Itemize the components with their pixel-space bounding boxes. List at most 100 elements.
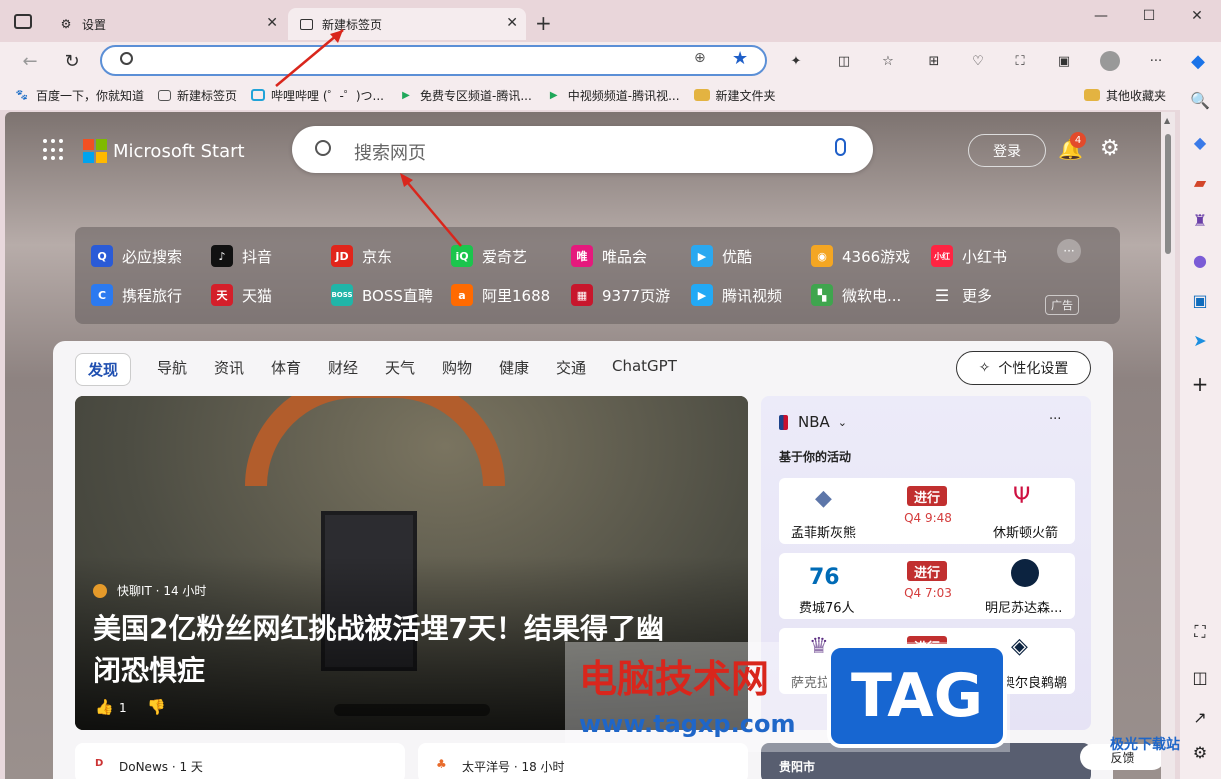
watermark-corner: 极光下载站	[1110, 737, 1180, 753]
settings-gear-icon[interactable]: ⚙	[1188, 740, 1212, 764]
games-icon[interactable]: ♜	[1188, 208, 1212, 232]
bookmark-folder[interactable]: 新建文件夹	[693, 87, 776, 104]
performance-icon[interactable]: ♡	[964, 48, 992, 74]
login-button[interactable]: 登录	[968, 134, 1046, 167]
tab-traffic[interactable]: 交通	[556, 357, 586, 378]
page-scrollbar[interactable]: ▲	[1161, 112, 1175, 779]
game-clock: Q4 9:48	[904, 511, 952, 525]
bookmark-item[interactable]: 新建标签页	[158, 87, 237, 104]
tab-health[interactable]: 健康	[499, 357, 529, 378]
close-window-button[interactable]: ✕	[1173, 0, 1221, 32]
add-app-icon[interactable]: +	[1188, 372, 1212, 396]
more-menu-icon[interactable]: ···	[1142, 48, 1170, 74]
douyin-icon: ♪	[211, 245, 233, 267]
quick-link-tencent-video[interactable]: ▶ 腾讯视频	[691, 284, 782, 306]
refresh-icon[interactable]: ↻	[58, 48, 86, 74]
sidebar-toggle-icon[interactable]: ▣	[1050, 48, 1078, 74]
screenshot-icon[interactable]: ⛶	[1188, 620, 1212, 644]
apps-grid-icon[interactable]	[43, 139, 65, 161]
quick-link-bing[interactable]: Q 必应搜索	[91, 245, 182, 267]
microsoft-start-logo[interactable]: Microsoft Start	[83, 139, 245, 163]
game-card[interactable]: 76 进行 Q4 7:03 费城76人 明尼苏达森...	[779, 553, 1075, 619]
sidebar-layout-icon[interactable]: ◫	[1188, 665, 1212, 689]
zoom-icon[interactable]: ⊕	[694, 50, 706, 66]
carousel-indicator[interactable]	[334, 704, 490, 716]
tab-weather[interactable]: 天气	[385, 357, 415, 378]
send-icon[interactable]: ➤	[1188, 328, 1212, 352]
new-tab-button[interactable]: +	[535, 11, 552, 35]
dislike-icon[interactable]: 👎	[147, 698, 166, 716]
live-badge: 进行	[907, 486, 947, 506]
tab-sports[interactable]: 体育	[271, 357, 301, 378]
tools-icon[interactable]: ▰	[1188, 170, 1212, 194]
tab-actions-icon[interactable]	[14, 14, 32, 29]
tab-news[interactable]: 资讯	[214, 357, 244, 378]
tab-label: 新建标签页	[322, 17, 383, 32]
quick-link-boss[interactable]: BOSS BOSS直聘	[331, 284, 433, 306]
favorites-icon[interactable]: ☆	[874, 48, 902, 74]
tab-shopping[interactable]: 购物	[442, 357, 472, 378]
tab-settings[interactable]: ⚙ 设置 ✕	[48, 8, 286, 40]
nba-header[interactable]: NBA ⌄	[779, 413, 847, 431]
like-icon[interactable]: 👍	[95, 698, 114, 716]
quick-link-tmall[interactable]: 天天猫	[211, 284, 272, 306]
scrollbar-thumb[interactable]	[1165, 134, 1171, 254]
quick-links-panel: Q 必应搜索 ♪ 抖音 JD 京东 iQ 爱奇艺 唯唯品会 ▶ 优酷 ◉ 4366游戏 小红…	[75, 227, 1120, 324]
split-screen-icon[interactable]: ◫	[830, 48, 858, 74]
page-settings-gear-icon[interactable]: ⚙	[1100, 136, 1120, 161]
quick-link-youku[interactable]: ▶ 优酷	[691, 245, 752, 267]
quick-link-ctrip[interactable]: C 携程旅行	[91, 284, 182, 306]
bookmark-item[interactable]: ▶ 免费专区频道-腾讯...	[398, 87, 532, 104]
ctrip-icon: C	[91, 284, 113, 306]
quick-link-jd[interactable]: JD 京东	[331, 245, 392, 267]
personalize-button[interactable]: ✧ 个性化设置	[956, 351, 1091, 385]
bookmark-item[interactable]: 🐾 百度一下，你就知道	[14, 87, 144, 104]
quick-link-4366[interactable]: ◉ 4366游戏	[811, 245, 910, 267]
hamburger-menu-icon: ☰	[934, 285, 950, 305]
quick-link-9377[interactable]: ▦ 9377页游	[571, 284, 670, 306]
scroll-up-arrow[interactable]: ▲	[1164, 116, 1170, 125]
news-card[interactable]: D DoNews · 1 天	[75, 743, 405, 779]
search-icon[interactable]: 🔍	[1188, 88, 1212, 112]
more-options-icon[interactable]: ···	[1049, 412, 1061, 427]
game-4366-icon: ◉	[811, 245, 833, 267]
collections-icon[interactable]: ⊞	[920, 48, 948, 74]
back-icon[interactable]: ←	[16, 48, 44, 74]
quick-link-vip[interactable]: 唯唯品会	[571, 245, 647, 267]
minimize-button[interactable]: —	[1077, 0, 1125, 32]
game-card[interactable]: ◆ 进行 Q4 9:48 孟菲斯灰熊 Ψ 休斯顿火箭	[779, 478, 1075, 544]
other-bookmarks-folder[interactable]: 其他收藏夹	[1083, 87, 1166, 104]
outlook-icon[interactable]: ▣	[1188, 288, 1212, 312]
tab-finance[interactable]: 财经	[328, 357, 358, 378]
quick-link-xiaohongshu[interactable]: 小红 小红书	[931, 245, 1007, 267]
quick-link-douyin[interactable]: ♪ 抖音	[211, 245, 272, 267]
copilot-icon[interactable]: ◆	[1184, 48, 1212, 74]
bing-search-icon: Q	[91, 245, 113, 267]
close-tab-icon[interactable]: ✕	[506, 15, 518, 31]
external-link-icon[interactable]: ↗	[1188, 705, 1212, 729]
favorite-star-icon[interactable]: ★	[732, 48, 748, 69]
profile-avatar[interactable]	[1096, 48, 1124, 74]
bookmark-item[interactable]: 哔哩哔哩 (゜-゜)つ...	[251, 87, 384, 104]
address-input[interactable]	[142, 50, 682, 72]
web-search-box[interactable]: 搜索网页	[292, 126, 873, 173]
microphone-icon[interactable]	[835, 138, 846, 156]
quick-link-microsoft[interactable]: ▚ 微软电...	[811, 284, 901, 306]
quick-link-1688[interactable]: a 阿里1688	[451, 284, 550, 306]
maximize-button[interactable]: ☐	[1125, 0, 1173, 32]
close-tab-icon[interactable]: ✕	[266, 15, 278, 31]
tab-discover[interactable]: 发现	[75, 353, 132, 386]
more-options-icon[interactable]: ···	[1057, 239, 1081, 263]
extensions-icon[interactable]: ✦	[782, 48, 810, 74]
quick-link-iqiyi[interactable]: iQ 爱奇艺	[451, 245, 527, 267]
screenshot-icon[interactable]: ⛶	[1006, 48, 1034, 74]
quick-link-more[interactable]: ☰ 更多	[931, 284, 992, 306]
shopping-tag-icon[interactable]: ◆	[1188, 130, 1212, 154]
tab-navigation[interactable]: 导航	[157, 357, 187, 378]
tab-chatgpt[interactable]: ChatGPT	[612, 357, 677, 375]
copilot-app-icon[interactable]: ●	[1188, 248, 1212, 272]
new-tab-page-icon	[158, 89, 172, 101]
tab-new-tab[interactable]: 新建标签页 ✕	[288, 8, 526, 40]
bookmark-item[interactable]: ▶ 中视频频道-腾讯视...	[546, 87, 680, 104]
address-bar[interactable]: ⊕ ★	[100, 45, 767, 76]
